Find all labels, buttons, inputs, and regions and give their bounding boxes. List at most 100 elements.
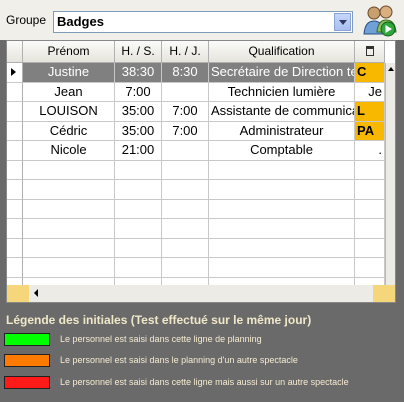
table-row[interactable] xyxy=(7,238,385,258)
legend-text: Le personnel est saisi dans cette ligne … xyxy=(60,377,349,387)
personnel-table: Prénom H. / S. H. / J. Qualification Jus… xyxy=(6,40,396,303)
table-cell-extra[interactable] xyxy=(355,199,385,219)
table-cell-prenom[interactable] xyxy=(23,219,115,239)
table-cell-extra[interactable] xyxy=(355,180,385,200)
table-cell-prenom[interactable] xyxy=(23,258,115,278)
table-cell-hs[interactable] xyxy=(115,258,162,278)
table-cell-extra[interactable] xyxy=(355,160,385,180)
chevron-down-icon[interactable] xyxy=(334,13,351,31)
table-row[interactable] xyxy=(7,258,385,278)
table-row[interactable]: Jean 7:00 Technicien lumière Je xyxy=(7,82,385,102)
table-cell-qualification[interactable]: Comptable xyxy=(209,141,355,161)
table-cell-hs[interactable]: 7:00 xyxy=(115,82,162,102)
table-cell-extra[interactable]: L xyxy=(355,102,385,122)
row-selector[interactable] xyxy=(7,82,23,102)
table-cell-hj[interactable]: 7:00 xyxy=(162,121,209,141)
table-cell-prenom[interactable]: LOUISON xyxy=(23,102,115,122)
table-cell-prenom[interactable]: Nicole xyxy=(23,141,115,161)
row-selector[interactable] xyxy=(7,160,23,180)
table-cell-prenom[interactable] xyxy=(23,199,115,219)
horizontal-scrollbar[interactable] xyxy=(6,285,396,303)
scroll-up-icon[interactable] xyxy=(386,63,395,75)
table-cell-qualification[interactable]: Assistante de communica xyxy=(209,102,355,122)
table-cell-hj[interactable] xyxy=(162,82,209,102)
table-row[interactable]: Justine 38:30 8:30 Secrétaire de Direction … xyxy=(7,63,385,83)
table-cell-hs[interactable] xyxy=(115,238,162,258)
row-selector[interactable] xyxy=(7,199,23,219)
table-cell-hj[interactable] xyxy=(162,199,209,219)
legend-text: Le personnel est saisi dans cette ligne … xyxy=(60,334,262,344)
table-cell-hj[interactable] xyxy=(162,160,209,180)
table-cell-qualification[interactable]: Administrateur xyxy=(209,121,355,141)
table-row[interactable]: Nicole 21:00 Comptable. xyxy=(7,141,385,161)
legend-title: Légende des initiales (Test effectué sur… xyxy=(6,313,312,327)
table-cell-hs[interactable] xyxy=(115,219,162,239)
group-select-value: Badges xyxy=(57,14,104,29)
table-cell-hs[interactable] xyxy=(115,199,162,219)
scroll-thumb[interactable] xyxy=(45,286,363,300)
table-cell-hj[interactable] xyxy=(162,219,209,239)
table-row[interactable] xyxy=(7,219,385,239)
table-cell-hs[interactable] xyxy=(115,180,162,200)
current-row-arrow-icon xyxy=(11,68,16,76)
table-cell-qualification[interactable] xyxy=(209,180,355,200)
table-cell-qualification[interactable] xyxy=(209,160,355,180)
table-cell-qualification[interactable]: Secrétaire de Direction tec xyxy=(209,63,355,83)
scroll-corner-left xyxy=(7,285,29,302)
table-cell-prenom[interactable]: Cédric xyxy=(23,121,115,141)
table-cell-extra[interactable] xyxy=(355,238,385,258)
table-cell-prenom[interactable]: Justine xyxy=(23,63,115,83)
table-cell-hj[interactable] xyxy=(162,258,209,278)
column-header-hj[interactable]: H. / J. xyxy=(162,41,209,63)
row-selector[interactable] xyxy=(7,121,23,141)
table-cell-extra[interactable]: C xyxy=(355,63,385,83)
table-cell-qualification[interactable] xyxy=(209,199,355,219)
table-cell-hj[interactable]: 8:30 xyxy=(162,63,209,83)
table-cell-hj[interactable] xyxy=(162,141,209,161)
row-selector[interactable] xyxy=(7,180,23,200)
table-cell-extra[interactable]: PA xyxy=(355,121,385,141)
users-play-icon[interactable] xyxy=(362,4,398,37)
table-row[interactable] xyxy=(7,199,385,219)
table-cell-hj[interactable] xyxy=(162,238,209,258)
table-cell-hs[interactable]: 38:30 xyxy=(115,63,162,83)
table-cell-extra[interactable] xyxy=(355,219,385,239)
column-header-hs[interactable]: H. / S. xyxy=(115,41,162,63)
table-cell-prenom[interactable] xyxy=(23,238,115,258)
row-selector[interactable] xyxy=(7,141,23,161)
row-selector[interactable] xyxy=(7,219,23,239)
table-cell-hj[interactable]: 7:00 xyxy=(162,102,209,122)
column-header-prenom[interactable]: Prénom xyxy=(23,41,115,63)
row-selector[interactable] xyxy=(7,63,23,83)
table-cell-hs[interactable]: 35:00 xyxy=(115,102,162,122)
table-cell-hs[interactable]: 21:00 xyxy=(115,141,162,161)
group-select[interactable]: Badges xyxy=(53,11,353,33)
group-label: Groupe xyxy=(6,13,47,27)
table-row[interactable]: LOUISON 35:00 7:00 Assistante de communica L xyxy=(7,102,385,122)
table-cell-qualification[interactable] xyxy=(209,258,355,278)
table-cell-extra[interactable]: . xyxy=(355,141,385,161)
row-selector[interactable] xyxy=(7,258,23,278)
table-row[interactable] xyxy=(7,180,385,200)
table-cell-hs[interactable]: 35:00 xyxy=(115,121,162,141)
table-cell-qualification[interactable] xyxy=(209,219,355,239)
column-header-extra[interactable] xyxy=(355,41,385,63)
scroll-left-icon[interactable] xyxy=(31,287,43,299)
table-cell-hs[interactable] xyxy=(115,160,162,180)
legend-swatch xyxy=(4,354,50,367)
table-cell-extra[interactable]: Je xyxy=(355,82,385,102)
table-cell-prenom[interactable] xyxy=(23,160,115,180)
vertical-scrollbar[interactable] xyxy=(385,63,395,302)
row-selector[interactable] xyxy=(7,102,23,122)
column-header-qualification[interactable]: Qualification xyxy=(209,41,355,63)
table-cell-prenom[interactable]: Jean xyxy=(23,82,115,102)
table-cell-qualification[interactable] xyxy=(209,238,355,258)
row-selector[interactable] xyxy=(7,238,23,258)
table-row[interactable]: Cédric 35:00 7:00 Administrateur PA xyxy=(7,121,385,141)
table-cell-extra[interactable] xyxy=(355,258,385,278)
legend-swatch xyxy=(4,376,50,389)
table-cell-prenom[interactable] xyxy=(23,180,115,200)
table-cell-hj[interactable] xyxy=(162,180,209,200)
table-row[interactable] xyxy=(7,160,385,180)
table-cell-qualification[interactable]: Technicien lumière xyxy=(209,82,355,102)
